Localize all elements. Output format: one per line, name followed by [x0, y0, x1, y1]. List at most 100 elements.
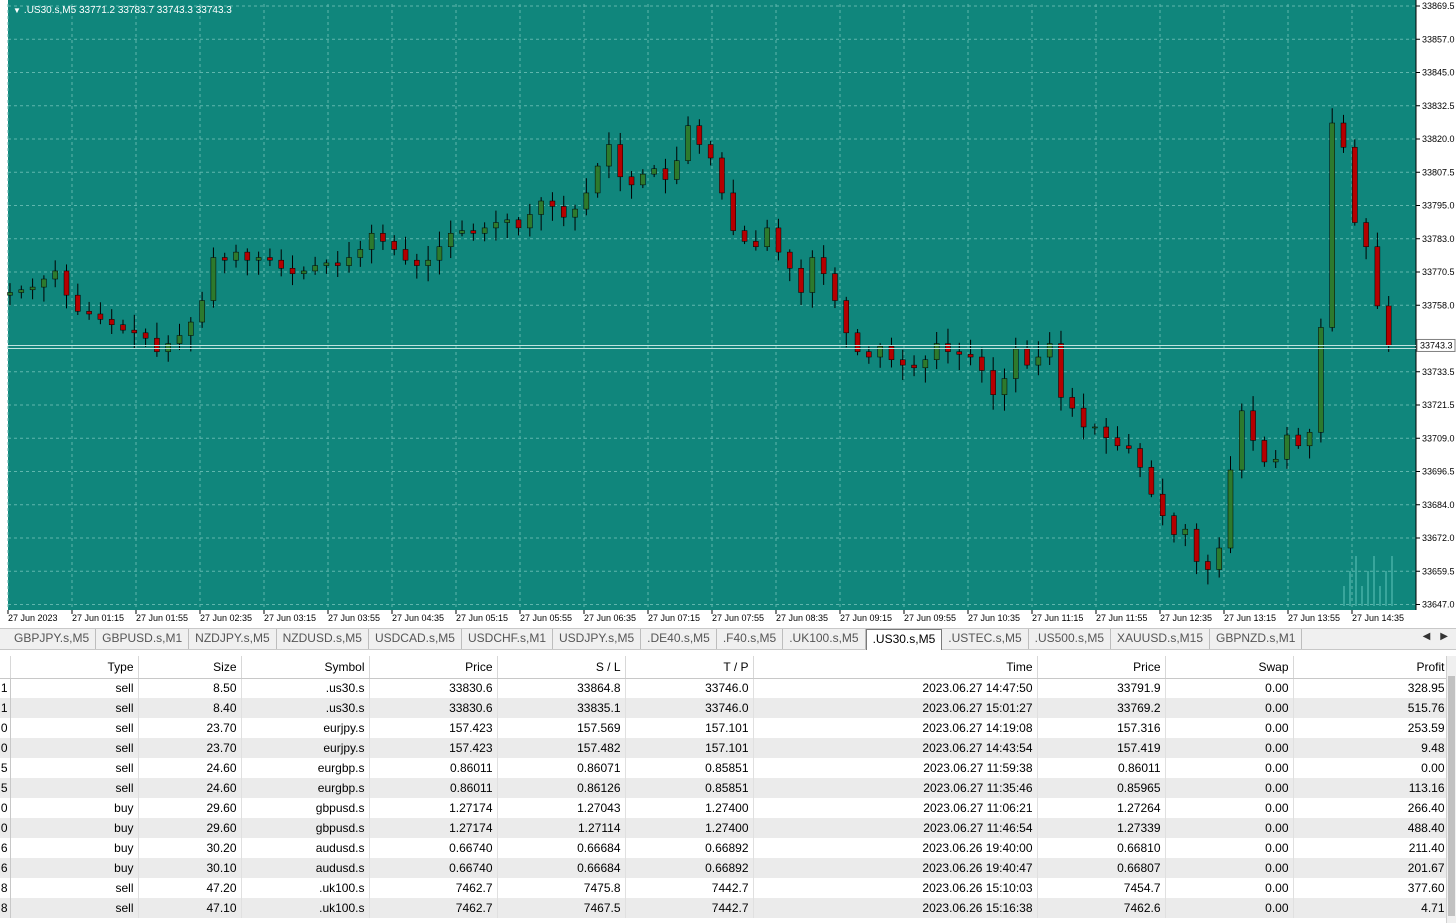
column-header-6[interactable]: T / P: [625, 656, 754, 679]
tab-chart-1[interactable]: GBPUSD.s,M1: [96, 629, 190, 649]
collapse-triangle-icon[interactable]: ▼: [13, 6, 21, 15]
table-cell: sell: [10, 778, 139, 798]
candle-body: [41, 278, 47, 288]
table-cell: sell: [10, 758, 139, 778]
candle-body: [866, 351, 872, 358]
table-cell: 8.50: [138, 678, 242, 698]
table-row[interactable]: 0 sell 23.70 eurjpy.s 157.423 157.482 157.101 2…: [0, 738, 1450, 758]
table-scrollbar[interactable]: [1446, 656, 1456, 923]
candle-body: [63, 270, 70, 296]
x-tick-label: 27 Jun 02:35: [200, 613, 252, 623]
table-cell: 5: [0, 778, 11, 798]
table-cell: 157.482: [497, 738, 626, 758]
table-cell: 157.101: [625, 738, 754, 758]
table-row[interactable]: 6 buy 30.20 audusd.s 0.66740 0.66684 0.66892 20…: [0, 838, 1450, 858]
table-cell: 2023.06.27 11:35:46: [753, 778, 1038, 798]
column-header-2[interactable]: Size: [138, 656, 242, 679]
candle-body: [1126, 445, 1132, 449]
table-cell: 0: [0, 718, 11, 738]
table-cell: eurgbp.s: [241, 758, 370, 778]
table-row[interactable]: 8 sell 47.20 .uk100.s 7462.7 7475.8 7442.7 2023…: [0, 878, 1450, 898]
tab-chart-5[interactable]: USDCHF.s,M1: [462, 629, 553, 649]
column-header-8[interactable]: Price: [1037, 656, 1166, 679]
candle-body: [52, 270, 58, 280]
candle-body: [798, 268, 804, 293]
candle-body: [18, 289, 25, 293]
candle-body: [1227, 469, 1234, 549]
tab-chart-7[interactable]: .DE40.s,M5: [641, 629, 717, 649]
current-price-label: 33743.3: [1420, 340, 1453, 350]
column-header-4[interactable]: Price: [369, 656, 498, 679]
candle-body: [1306, 432, 1313, 447]
table-row[interactable]: 0 buy 29.60 gbpusd.s 1.27174 1.27043 1.27400 20…: [0, 798, 1450, 818]
y-tick-label: 33820.0: [1422, 134, 1455, 144]
candle-body: [210, 257, 217, 301]
tab-chart-9[interactable]: .UK100.s,M5: [783, 629, 866, 649]
table-cell: 5: [0, 758, 11, 778]
tab-chart-10[interactable]: .US30.s,M5: [865, 629, 943, 650]
table-cell: 33746.0: [625, 678, 754, 698]
table-cell: 0.00: [1293, 758, 1450, 778]
candle-body: [945, 343, 951, 352]
price-chart[interactable]: 33869.5 33857.0 33845.0 33832.5 33820.0 33807…: [0, 0, 1456, 628]
table-cell: 33830.6: [369, 698, 498, 718]
table-cell: 7462.7: [369, 898, 498, 918]
table-cell: 0.00: [1165, 838, 1294, 858]
candle-body: [368, 233, 375, 250]
candle-body: [877, 346, 883, 358]
candle-body: [1171, 515, 1177, 535]
column-header-1[interactable]: Type: [10, 656, 139, 679]
table-row[interactable]: 6 buy 30.10 audusd.s 0.66740 0.66684 0.66892 20…: [0, 858, 1450, 878]
candle-body: [1069, 397, 1076, 409]
table-cell: 30.20: [138, 838, 242, 858]
table-row[interactable]: 0 sell 23.70 eurjpy.s 157.423 157.569 157.101 2…: [0, 718, 1450, 738]
candle-body: [7, 292, 13, 296]
column-header-5[interactable]: S / L: [497, 656, 626, 679]
candle-body: [538, 200, 544, 215]
candle-body: [1024, 348, 1030, 366]
tab-chart-12[interactable]: .US500.s,M5: [1029, 629, 1111, 649]
table-cell: 488.40: [1293, 818, 1450, 838]
candle-body: [414, 259, 420, 266]
chart-canvas[interactable]: 33869.5 33857.0 33845.0 33832.5 33820.0 33807…: [0, 0, 1456, 628]
table-row[interactable]: 0 buy 29.60 gbpusd.s 1.27174 1.27114 1.27400 20…: [0, 818, 1450, 838]
tab-chart-11[interactable]: .USTEC.s,M5: [942, 629, 1029, 649]
table-cell: 1.27400: [625, 798, 754, 818]
tab-chart-14[interactable]: GBPNZD.s,M1: [1210, 629, 1303, 649]
table-row[interactable]: 5 sell 24.60 eurgbp.s 0.86011 0.86071 0.85851 2…: [0, 758, 1450, 778]
tab-chart-0[interactable]: GBPJPY.s,M5: [8, 629, 97, 649]
scroll-left-icon[interactable]: ◀: [1423, 631, 1431, 642]
candle-body: [696, 125, 703, 145]
table-cell: 0.85851: [625, 778, 754, 798]
table-cell: 1.27043: [497, 798, 626, 818]
candle-body: [662, 168, 669, 180]
table-row[interactable]: 1 sell 8.40 .us30.s 33830.6 33835.1 33746.0 202…: [0, 698, 1450, 718]
tab-chart-4[interactable]: USDCAD.s,M5: [369, 629, 462, 649]
candle-body: [979, 356, 985, 371]
tab-chart-8[interactable]: .F40.s,M5: [717, 629, 784, 649]
column-header-10[interactable]: Profit: [1293, 656, 1450, 679]
y-tick-label: 33647.0: [1422, 600, 1455, 610]
candle-body: [1193, 528, 1200, 562]
column-header-7[interactable]: Time: [753, 656, 1038, 679]
tab-chart-13[interactable]: XAUUSD.s,M15: [1111, 629, 1211, 649]
table-cell: eurjpy.s: [241, 738, 370, 758]
table-cell: audusd.s: [241, 838, 370, 858]
candle-body: [933, 343, 940, 360]
column-header-0[interactable]: [0, 656, 11, 679]
table-cell: 7467.5: [497, 898, 626, 918]
column-header-3[interactable]: Symbol: [241, 656, 370, 679]
candle-body: [990, 370, 996, 395]
tab-chart-6[interactable]: USDJPY.s,M5: [553, 629, 642, 649]
tab-chart-3[interactable]: NZDUSD.s,M5: [277, 629, 369, 649]
scrollbar-thumb[interactable]: [1448, 676, 1455, 916]
x-tick-label: 27 Jun 01:15: [72, 613, 124, 623]
table-cell: .uk100.s: [241, 878, 370, 898]
tab-chart-2[interactable]: NZDJPY.s,M5: [189, 629, 277, 649]
table-row[interactable]: 8 sell 47.10 .uk100.s 7462.7 7467.5 7442.7 2023…: [0, 898, 1450, 918]
candle-body: [1329, 122, 1335, 328]
scroll-right-icon[interactable]: ▶: [1440, 631, 1448, 642]
table-row[interactable]: 5 sell 24.60 eurgbp.s 0.86011 0.86126 0.85851 2…: [0, 778, 1450, 798]
table-row[interactable]: 1 sell 8.50 .us30.s 33830.6 33864.8 33746.0 202…: [0, 678, 1450, 698]
column-header-9[interactable]: Swap: [1165, 656, 1294, 679]
